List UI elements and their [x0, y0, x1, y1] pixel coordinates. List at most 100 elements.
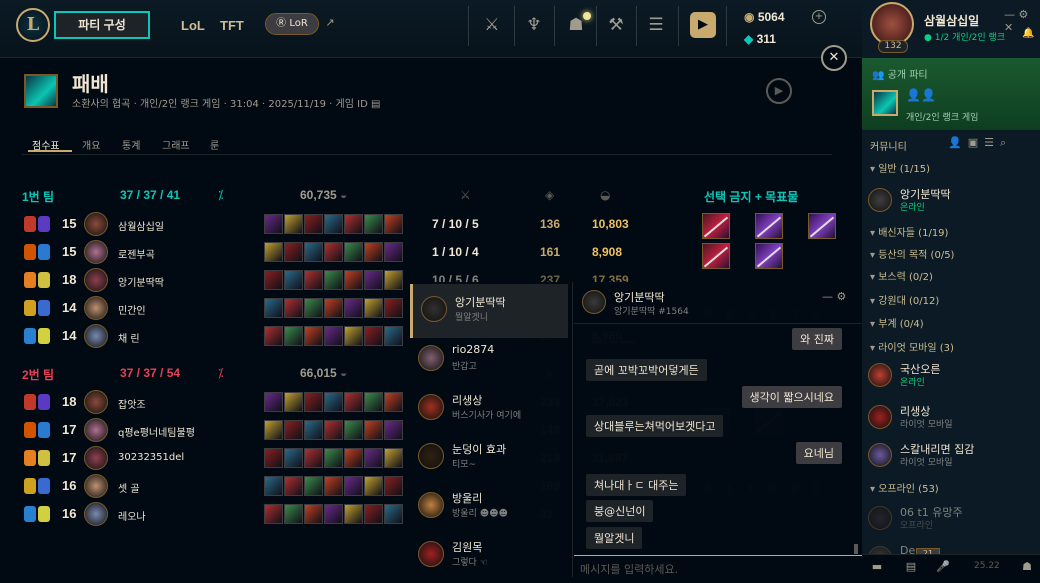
item-icon[interactable] — [304, 326, 323, 346]
item-icon[interactable] — [344, 504, 363, 524]
champion-avatar[interactable] — [84, 474, 108, 498]
crafting-icon[interactable]: ⚒ — [604, 14, 628, 36]
tickets-icon[interactable]: ▤ — [900, 557, 922, 576]
league-logo-icon[interactable]: L — [16, 8, 50, 42]
item-icon[interactable] — [264, 326, 283, 346]
tab-graph[interactable]: 그래프 — [162, 137, 190, 152]
esports-icon[interactable]: ⚔ — [480, 14, 504, 36]
player-name[interactable]: 잡앗조 — [118, 396, 146, 411]
item-icon[interactable] — [264, 214, 283, 234]
item-icon[interactable] — [384, 270, 403, 290]
item-icon[interactable] — [364, 214, 383, 234]
item-icon[interactable] — [304, 504, 323, 524]
item-icon[interactable] — [284, 476, 303, 496]
friend-list-item[interactable]: 방울리 방울리 ☻☻☻ — [410, 480, 568, 534]
item-icon[interactable] — [344, 270, 363, 290]
item-icon[interactable] — [284, 326, 303, 346]
player-name[interactable]: 앙기분딱딱 — [118, 274, 164, 289]
item-icon[interactable] — [344, 242, 363, 262]
item-icon[interactable] — [384, 214, 403, 234]
item-icon[interactable] — [264, 298, 283, 318]
friend-list-item[interactable]: rio2874 반갑고 — [410, 333, 568, 387]
friend-group-header[interactable]: 오프라인 (53) — [870, 480, 939, 495]
item-icon[interactable] — [344, 476, 363, 496]
champion-avatar[interactable] — [84, 502, 108, 526]
collection-icon[interactable]: ♆ — [522, 14, 546, 36]
item-icon[interactable] — [344, 420, 363, 440]
social-friend-item[interactable]: 리생상 라이엇 모바일 — [868, 403, 1038, 437]
item-icon[interactable] — [264, 504, 283, 524]
champion-avatar[interactable] — [84, 296, 108, 320]
item-icon[interactable] — [304, 242, 323, 262]
player-name[interactable]: q평e평너네팀불평 — [118, 424, 195, 439]
friend-list-item[interactable]: 앙기분딱딱 뭘알겟니 — [410, 284, 568, 338]
open-party-card[interactable]: 👥 공개 파티 👤👤 개인/2인 랭크 게임 — [862, 58, 1040, 130]
item-icon[interactable] — [344, 298, 363, 318]
champion-avatar[interactable] — [84, 446, 108, 470]
item-icon[interactable] — [304, 392, 323, 412]
list-view-icon[interactable]: ☰ — [984, 136, 1000, 149]
tab-stats[interactable]: 통계 — [122, 137, 140, 152]
champion-avatar[interactable] — [84, 390, 108, 414]
item-icon[interactable] — [364, 392, 383, 412]
social-friend-item[interactable]: 06 t1 유망주 오프라인 — [868, 504, 1038, 538]
friend-group-header[interactable]: 강원대 (0/12) — [870, 292, 939, 307]
player-name[interactable]: 삼월삼십일 — [118, 218, 164, 233]
social-friend-item[interactable]: 앙기분딱딱 온라인 — [868, 186, 1038, 220]
tab-overview[interactable]: 개요 — [82, 137, 100, 152]
item-icon[interactable] — [384, 504, 403, 524]
item-icon[interactable] — [304, 420, 323, 440]
item-icon[interactable] — [304, 270, 323, 290]
item-icon[interactable] — [264, 242, 283, 262]
item-icon[interactable] — [304, 448, 323, 468]
friend-group-header[interactable]: 보스력 (0/2) — [870, 268, 933, 283]
friend-group-header[interactable]: 라이엇 모바일 (3) — [870, 339, 954, 354]
item-icon[interactable] — [324, 326, 343, 346]
social-friend-item[interactable]: 국산오른 온라인 — [868, 361, 1038, 395]
search-icon[interactable]: ⌕ — [1000, 136, 1012, 149]
copy-icon[interactable]: ▤ — [371, 99, 380, 110]
item-icon[interactable] — [384, 392, 403, 412]
item-icon[interactable] — [284, 298, 303, 318]
item-icon[interactable] — [284, 420, 303, 440]
chat-input[interactable]: 메시지를 입력하세요. — [574, 555, 862, 577]
item-icon[interactable] — [264, 420, 283, 440]
player-name[interactable]: 셋 골 — [118, 480, 140, 495]
chat-scrollbar[interactable] — [854, 544, 858, 554]
item-icon[interactable] — [344, 392, 363, 412]
item-icon[interactable] — [364, 326, 383, 346]
item-icon[interactable] — [324, 242, 343, 262]
close-postgame-button[interactable]: ✕ — [821, 45, 847, 71]
add-rp-button[interactable]: + — [812, 10, 826, 24]
item-icon[interactable] — [344, 326, 363, 346]
close-icon[interactable]: ✕ — [1004, 21, 1013, 34]
champion-avatar[interactable] — [84, 212, 108, 236]
friend-list-item[interactable]: 눈덩이 효과 티모~ — [410, 431, 568, 485]
social-friend-item[interactable]: 스칼내리면 집감 라이엇 모바일 — [868, 441, 1038, 475]
store-coins-icon[interactable]: ☰ — [644, 14, 668, 36]
player-name[interactable]: 로젠부곡 — [118, 246, 155, 261]
be-balance[interactable]: ◆ 311 — [744, 32, 776, 46]
item-icon[interactable] — [344, 448, 363, 468]
item-icon[interactable] — [304, 476, 323, 496]
gear-icon[interactable]: ⚙ — [1019, 8, 1029, 21]
item-icon[interactable] — [324, 270, 343, 290]
item-icon[interactable] — [364, 476, 383, 496]
chat-minimize-icon[interactable]: — — [822, 290, 837, 303]
add-folder-icon[interactable]: ▣ — [968, 136, 984, 149]
item-icon[interactable] — [364, 448, 383, 468]
friend-group-header[interactable]: 배신자들 (1/19) — [870, 224, 948, 239]
friend-list-item[interactable]: 김원목 그렇다 ☜ — [410, 529, 568, 583]
chat-settings-icon[interactable]: ⚙ — [837, 290, 847, 303]
item-icon[interactable] — [264, 392, 283, 412]
item-icon[interactable] — [324, 420, 343, 440]
player-name[interactable]: 30232351del — [118, 452, 184, 463]
friend-group-header[interactable]: 일반 (1/15) — [870, 160, 930, 175]
add-friend-icon[interactable]: 👤 — [948, 136, 968, 149]
item-icon[interactable] — [284, 392, 303, 412]
item-icon[interactable] — [384, 476, 403, 496]
rp-balance[interactable]: ◉ 5064 — [744, 10, 785, 24]
item-icon[interactable] — [264, 270, 283, 290]
item-icon[interactable] — [324, 476, 343, 496]
item-icon[interactable] — [264, 448, 283, 468]
